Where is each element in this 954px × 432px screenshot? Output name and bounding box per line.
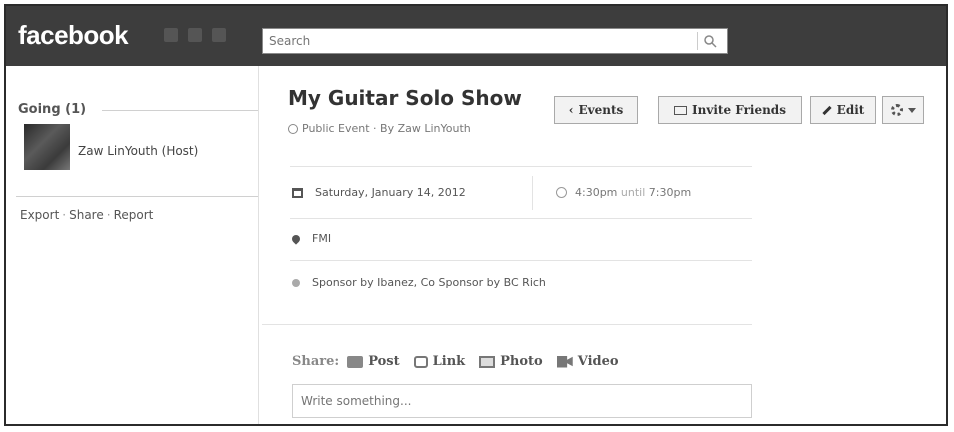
event-description-row: Sponsor by Ibanez, Co Sponsor by BC Rich [292,276,546,289]
composer-divider [262,324,752,325]
notification-icons [164,28,226,42]
browser-frame: facebook Going (1) Zaw LinYouth (Host) E… [4,4,948,426]
event-privacy-host: Public Event · By Zaw LinYouth [302,122,471,135]
settings-dropdown-button[interactable] [882,96,924,124]
events-button[interactable]: ‹ Events [554,96,638,124]
link-tab-label: Link [432,354,466,369]
share-video-tab[interactable]: Video [556,354,619,369]
edit-button-label: Edit [836,103,865,117]
report-link[interactable]: Report [114,208,154,222]
facebook-logo[interactable]: facebook [18,20,129,51]
search-icon[interactable] [703,34,717,48]
top-navigation-bar: facebook [6,6,946,66]
share-tabs: Share: Post Link Photo Video [292,354,625,369]
link-separator: · [62,208,67,222]
going-divider [102,110,258,111]
events-button-label: Events [578,103,624,117]
friend-requests-icon[interactable] [164,28,178,42]
left-sidebar [6,66,258,424]
going-heading[interactable]: Going (1) [18,102,86,117]
speech-bubble-icon [347,355,364,368]
photo-tab-label: Photo [500,354,543,369]
search-divider [697,32,698,50]
pencil-icon [822,105,832,115]
until-label: until [620,186,646,199]
share-link[interactable]: Share [69,208,104,222]
export-link[interactable]: Export [20,208,59,222]
event-description: Sponsor by Ibanez, Co Sponsor by BC Rich [312,276,546,289]
notifications-icon[interactable] [212,28,226,42]
chevron-down-icon [907,107,916,113]
search-input[interactable] [263,29,727,53]
event-location-row: FMI [290,232,331,245]
share-label: Share: [292,354,340,369]
sidebar-links: Export · Share · Report [20,208,153,222]
invite-friends-button[interactable]: Invite Friends [658,96,802,124]
event-date-row: Saturday, January 14, 2012 [292,186,466,199]
event-location[interactable]: FMI [312,232,331,245]
host-avatar[interactable] [24,124,70,170]
event-title: My Guitar Solo Show [288,86,522,110]
photo-icon [479,355,496,368]
event-end-time: 7:30pm [648,186,692,199]
event-subtitle: Public Event · By Zaw LinYouth [288,122,471,135]
video-camera-icon [556,355,573,368]
sidebar-divider [16,196,258,197]
video-tab-label: Video [577,354,619,369]
column-divider [258,66,259,424]
post-composer[interactable] [292,384,752,418]
link-separator: · [106,208,111,222]
globe-icon [288,123,298,134]
share-link-tab[interactable]: Link [413,354,466,369]
details-divider [290,218,752,219]
event-date: Saturday, January 14, 2012 [315,186,466,199]
post-tab-label: Post [368,354,400,369]
search-box[interactable] [262,28,728,54]
chevron-left-icon: ‹ [568,103,574,117]
event-start-time: 4:30pm [575,186,618,199]
details-top-divider [290,166,752,167]
envelope-icon [674,105,688,115]
event-time-row: 4:30pm until 7:30pm [556,186,691,199]
date-time-separator [532,176,533,210]
invite-button-label: Invite Friends [692,103,786,117]
info-icon [292,278,300,287]
map-pin-icon [290,232,302,245]
write-something-input[interactable] [293,385,751,417]
share-post-tab[interactable]: Post [347,354,400,369]
link-icon [413,355,428,368]
edit-button[interactable]: Edit [810,96,876,124]
messages-icon[interactable] [188,28,202,42]
host-name[interactable]: Zaw LinYouth (Host) [78,144,198,158]
clock-icon [556,187,567,198]
share-photo-tab[interactable]: Photo [479,354,543,369]
details-divider [290,260,752,261]
calendar-icon [292,187,303,198]
gear-icon [890,104,903,116]
